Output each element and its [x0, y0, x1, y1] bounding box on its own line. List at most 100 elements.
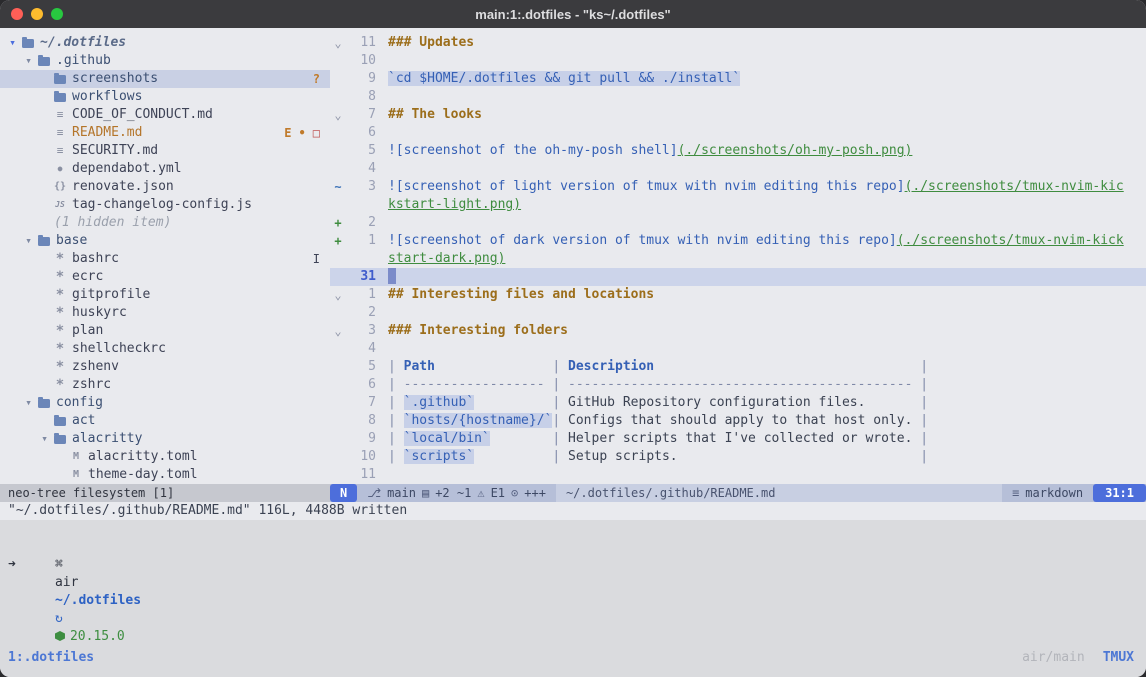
line-number: 5: [346, 358, 376, 376]
editor-line[interactable]: 8: [330, 88, 1146, 106]
editor-line[interactable]: 10| `scripts` | Setup scripts. |: [330, 448, 1146, 466]
plugin-status: +++: [524, 484, 546, 502]
tree-item[interactable]: *zshenv: [0, 358, 330, 376]
shell-prompt: ⌘ air ~/.dotfiles ↻ 20.15.0: [0, 538, 1146, 556]
tmux-window-tab[interactable]: 1:.dotfiles: [8, 650, 94, 665]
editor-line[interactable]: 5![screenshot of the oh-my-posh shell](.…: [330, 142, 1146, 160]
tree-item[interactable]: ▾ alacritty: [0, 430, 330, 448]
tree-item[interactable]: workflows: [0, 88, 330, 106]
editor-line[interactable]: 11: [330, 466, 1146, 484]
tree-item[interactable]: (1 hidden item): [0, 214, 330, 232]
tree-item[interactable]: *bashrcI: [0, 250, 330, 268]
editor-text: ## Interesting files and locations: [376, 286, 654, 304]
fold-marker-icon[interactable]: ⌄: [330, 34, 346, 52]
editor-line[interactable]: 8| `hosts/{hostname}/`| Configs that sho…: [330, 412, 1146, 430]
editor-line[interactable]: 2: [330, 304, 1146, 322]
editor-line[interactable]: start-dark.png): [330, 250, 1146, 268]
editor-line[interactable]: +1![screenshot of dark version of tmux w…: [330, 232, 1146, 250]
tree-item-label: README.md: [72, 124, 142, 142]
line-number: 6: [346, 124, 376, 142]
tree-item-label: ecrc: [72, 268, 103, 286]
line-number: 7: [346, 394, 376, 412]
tree-item[interactable]: *plan: [0, 322, 330, 340]
editor-line[interactable]: 7| `.github` | GitHub Repository configu…: [330, 394, 1146, 412]
tree-item[interactable]: act: [0, 412, 330, 430]
git-sign: +: [330, 214, 346, 232]
tree-item[interactable]: ≡CODE_OF_CONDUCT.md: [0, 106, 330, 124]
status-badge: •: [299, 124, 306, 142]
statusline-filepath: ~/.dotfiles/.github/README.md: [556, 484, 1002, 502]
editor-text: | ------------------ | -----------------…: [376, 376, 928, 394]
line-number: 11: [346, 466, 376, 484]
folder-icon: [51, 435, 69, 444]
chevron-down-icon[interactable]: ▾: [38, 430, 51, 448]
editor-line[interactable]: 6| ------------------ | ----------------…: [330, 376, 1146, 394]
line-number: 2: [346, 214, 376, 232]
shell-prompt-arrow-line[interactable]: ➜: [0, 556, 1146, 574]
tree-item-label: workflows: [72, 88, 142, 106]
tree-item-label: alacritty: [72, 430, 142, 448]
editor-line[interactable]: ⌄3### Interesting folders: [330, 322, 1146, 340]
editor-line[interactable]: ~3![screenshot of light version of tmux …: [330, 178, 1146, 196]
editor-line[interactable]: +2: [330, 214, 1146, 232]
tree-item[interactable]: *zshrc: [0, 376, 330, 394]
tree-item-label: renovate.json: [72, 178, 174, 196]
editor-line[interactable]: 4: [330, 340, 1146, 358]
chevron-down-icon[interactable]: ▾: [22, 394, 35, 412]
tree-item[interactable]: ≡SECURITY.md: [0, 142, 330, 160]
minimize-button[interactable]: [31, 8, 43, 20]
editor-line[interactable]: ⌄11### Updates: [330, 34, 1146, 52]
tree-item[interactable]: JStag-changelog-config.js: [0, 196, 330, 214]
chevron-down-icon[interactable]: ▾: [22, 52, 35, 70]
editor-text: ## The looks: [376, 106, 482, 124]
tree-item[interactable]: ●dependabot.yml: [0, 160, 330, 178]
tree-item-label: theme-day.toml: [88, 466, 198, 484]
folder-icon: [35, 57, 53, 66]
prompt-path: ~/.dotfiles: [55, 593, 141, 608]
editor-line[interactable]: 5| Path | Description |: [330, 358, 1146, 376]
editor-line[interactable]: 10: [330, 52, 1146, 70]
tree-item[interactable]: ≡README.mdE•□: [0, 124, 330, 142]
line-number: 8: [346, 88, 376, 106]
editor-line[interactable]: kstart-light.png): [330, 196, 1146, 214]
tree-item[interactable]: ▾base: [0, 232, 330, 250]
zoom-button[interactable]: [51, 8, 63, 20]
gutter: [330, 358, 346, 376]
gutter: [330, 394, 346, 412]
traffic-lights: [11, 8, 63, 20]
tree-item[interactable]: *ecrc: [0, 268, 330, 286]
editor-line[interactable]: ⌄7## The looks: [330, 106, 1146, 124]
chevron-down-icon[interactable]: ▾: [22, 232, 35, 250]
tree-item[interactable]: *gitprofile: [0, 286, 330, 304]
tree-item[interactable]: ▾.github: [0, 52, 330, 70]
tree-item[interactable]: {}renovate.json: [0, 178, 330, 196]
node-icon: [55, 631, 65, 641]
editor-line[interactable]: 6: [330, 124, 1146, 142]
tmux-session-label: air/main: [1022, 650, 1085, 665]
folder-icon: [51, 417, 69, 426]
fold-marker-icon[interactable]: ⌄: [330, 106, 346, 124]
fold-marker-icon[interactable]: ⌄: [330, 322, 346, 340]
tree-item[interactable]: *huskyrc: [0, 304, 330, 322]
editor-text: [376, 304, 388, 322]
tree-item-label: SECURITY.md: [72, 142, 158, 160]
editor-line[interactable]: 4: [330, 160, 1146, 178]
shell-pane[interactable]: ⌘ air ~/.dotfiles ↻ 20.15.0 ➜ 1:.dotfile…: [0, 520, 1146, 677]
tree-item[interactable]: ▾config: [0, 394, 330, 412]
fold-marker-icon[interactable]: ⌄: [330, 286, 346, 304]
editor-line[interactable]: ⌄1## Interesting files and locations: [330, 286, 1146, 304]
line-number: 3: [346, 322, 376, 340]
tree-item[interactable]: ▾~/.dotfiles: [0, 34, 330, 52]
editor-line[interactable]: 9| `local/bin` | Helper scripts that I'v…: [330, 430, 1146, 448]
editor-line[interactable]: 9`cd $HOME/.dotfiles && git pull && ./in…: [330, 70, 1146, 88]
tree-item[interactable]: *shellcheckrc: [0, 340, 330, 358]
tmux-right: air/main TMUX: [1022, 650, 1134, 665]
titlebar: main:1:.dotfiles - "ks~/.dotfiles": [0, 0, 1146, 28]
close-button[interactable]: [11, 8, 23, 20]
tree-item[interactable]: Mtheme-day.toml: [0, 466, 330, 484]
chevron-down-icon[interactable]: ▾: [6, 34, 19, 52]
editor-line[interactable]: 31: [330, 268, 1146, 286]
tree-item[interactable]: Malacritty.toml: [0, 448, 330, 466]
tree-item-label: gitprofile: [72, 286, 150, 304]
tree-item[interactable]: screenshots?: [0, 70, 330, 88]
